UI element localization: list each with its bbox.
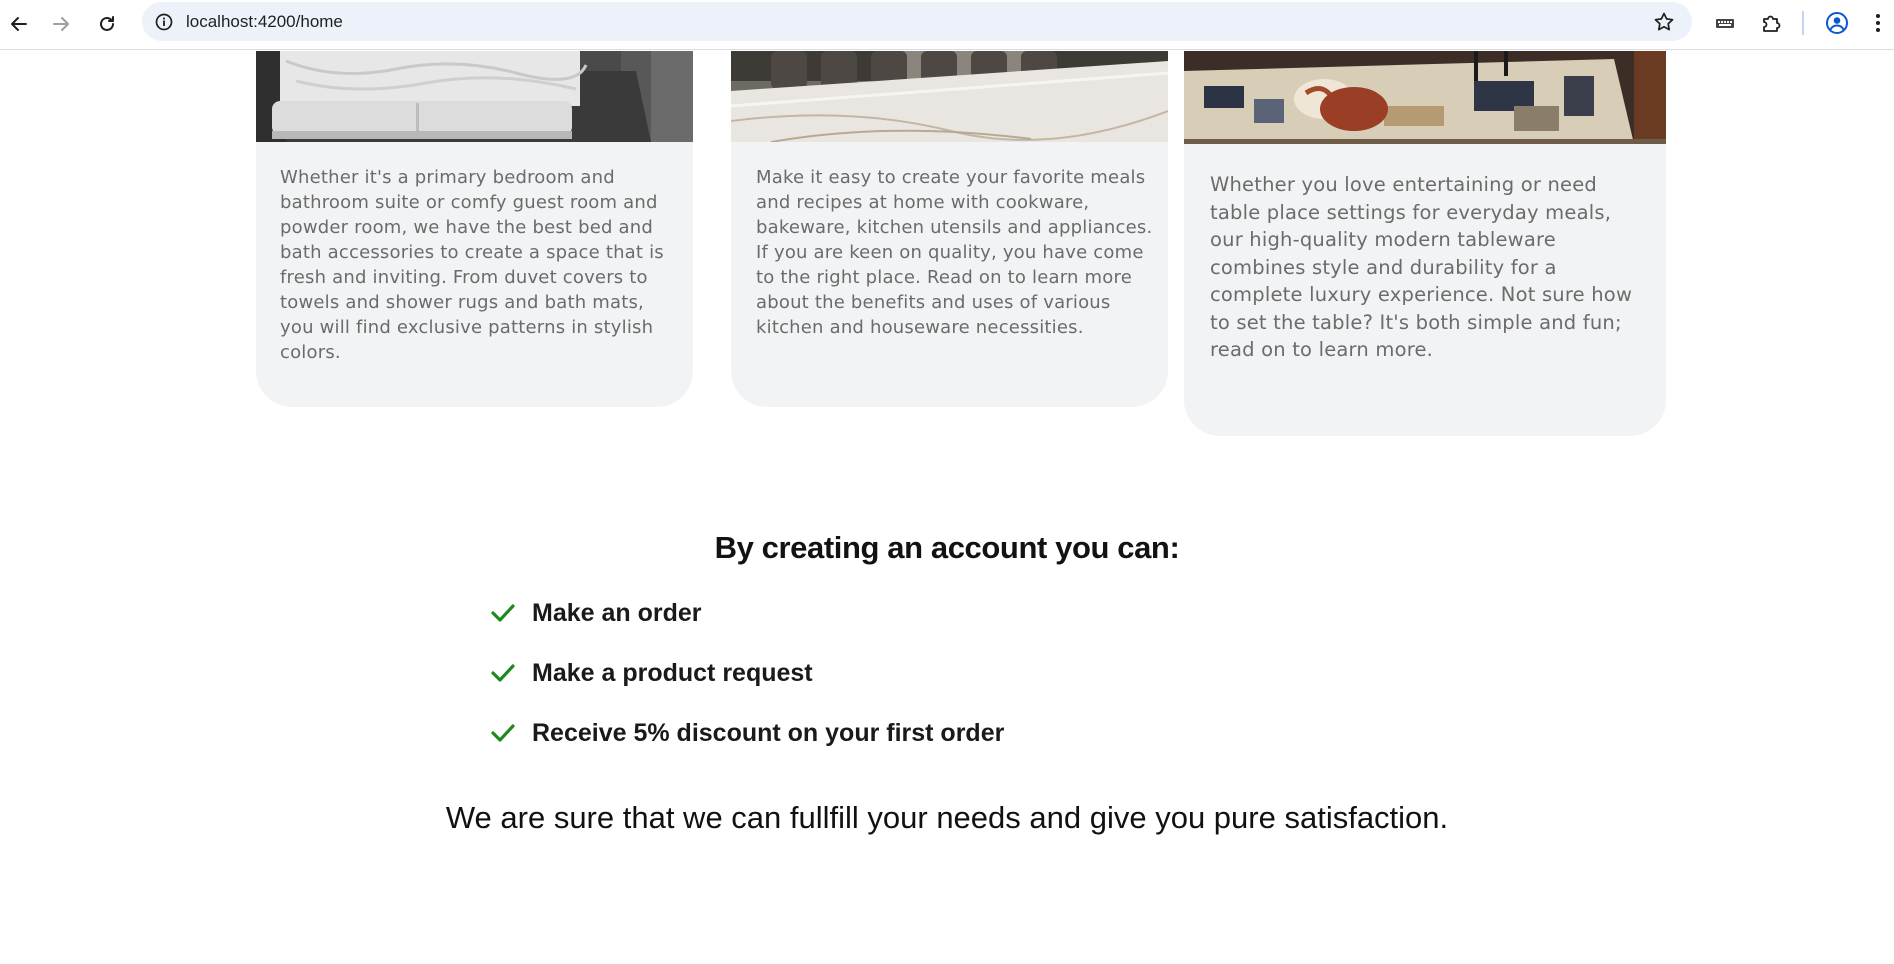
category-card-tableware[interactable]: Whether you love entertaining or need ta…: [1184, 51, 1666, 436]
reload-button[interactable]: [88, 5, 126, 43]
more-menu-icon[interactable]: [1866, 6, 1890, 40]
reload-icon: [100, 16, 114, 31]
bookmark-star-icon[interactable]: [1650, 8, 1678, 36]
back-button[interactable]: [0, 5, 38, 43]
bedroom-image: [256, 51, 693, 142]
category-card-bed-bath[interactable]: Whether it's a primary bedroom and bathr…: [256, 51, 693, 407]
site-info-icon[interactable]: [150, 8, 178, 36]
arrow-left-icon: [11, 17, 27, 31]
browser-toolbar: localhost:4200/home: [0, 0, 1894, 50]
benefit-label: Receive 5% discount on your first order: [532, 718, 1005, 747]
toolbar-divider: [1802, 11, 1804, 35]
benefit-item: Make an order: [488, 593, 702, 633]
checkmark-icon: [488, 658, 518, 688]
benefit-item: Receive 5% discount on your first order: [488, 713, 1004, 753]
card-description: Make it easy to create your favorite mea…: [756, 167, 1153, 338]
profile-avatar-icon[interactable]: [1820, 6, 1854, 40]
media-controls-icon[interactable]: [1708, 6, 1742, 40]
url-text[interactable]: localhost:4200/home: [186, 2, 343, 41]
address-bar[interactable]: localhost:4200/home: [142, 2, 1692, 41]
benefits-heading: By creating an account you can:: [714, 530, 1180, 565]
category-card-kitchen[interactable]: Make it easy to create your favorite mea…: [731, 51, 1168, 407]
card-description: Whether you love entertaining or need ta…: [1210, 173, 1633, 361]
extensions-puzzle-icon[interactable]: [1754, 6, 1788, 40]
benefit-label: Make an order: [532, 598, 702, 627]
checkmark-icon: [488, 718, 518, 748]
arrow-right-icon: [53, 17, 69, 31]
closing-statement: We are sure that we can fullfill your ne…: [445, 800, 1449, 835]
forward-button[interactable]: [42, 5, 80, 43]
benefit-label: Make a product request: [532, 658, 813, 687]
benefit-item: Make a product request: [488, 653, 813, 693]
living-room-rug-image: [1184, 51, 1666, 144]
dining-room-image: [731, 51, 1168, 142]
card-description: Whether it's a primary bedroom and bathr…: [280, 167, 664, 363]
checkmark-icon: [488, 598, 518, 628]
